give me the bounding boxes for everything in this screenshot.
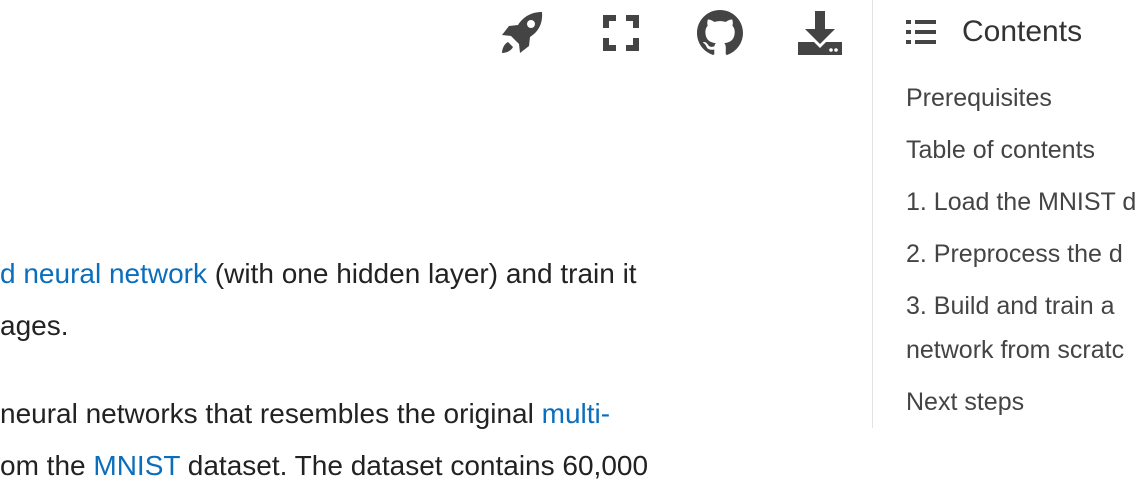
launch-button[interactable] (498, 10, 546, 56)
fullscreen-icon (603, 15, 639, 51)
page: d neural network (with one hidden layer)… (0, 0, 1148, 480)
multi-link[interactable]: multi- (542, 398, 610, 429)
article-body: d neural network (with one hidden layer)… (0, 0, 872, 480)
contents-sidebar: Contents Prerequisites Table of contents… (872, 0, 1148, 480)
paragraph-2-line-1-text: neural networks that resembles the origi… (0, 398, 542, 429)
mnist-link[interactable]: MNIST (93, 450, 180, 480)
paragraph-1-line-1-text: (with one hidden layer) and train it (207, 258, 637, 289)
download-button[interactable] (796, 10, 844, 56)
contents-title: Contents (962, 15, 1083, 48)
paragraph-2-line-2-after: dataset. The dataset contains 60,000 (180, 450, 649, 480)
paragraph-2-line-2-before: om the (0, 450, 94, 480)
github-button[interactable] (696, 10, 744, 56)
download-icon (798, 11, 842, 55)
rocket-icon (502, 12, 543, 53)
fullscreen-button[interactable] (597, 10, 645, 56)
paragraph-1-line-2-text: ages. (0, 310, 69, 341)
toc-item-preprocess[interactable]: 2. Preprocess the d (906, 232, 1123, 276)
toc-item-table-of-contents[interactable]: Table of contents (906, 128, 1095, 172)
contents-header: Contents (906, 12, 1082, 52)
toc-item-build-and-train[interactable]: 3. Build and train a (906, 284, 1114, 328)
list-icon (906, 20, 936, 44)
toc-item-prerequisites[interactable]: Prerequisites (906, 76, 1052, 120)
toc-item-load-mnist[interactable]: 1. Load the MNIST d (906, 180, 1136, 224)
article-paragraph-2: neural networks that resembles the origi… (0, 388, 648, 480)
toc-item-build-and-train-continued[interactable]: network from scratc (906, 328, 1124, 372)
toc-item-next-steps[interactable]: Next steps (906, 380, 1024, 424)
github-icon (697, 10, 743, 55)
article-paragraph-1: d neural network (with one hidden layer)… (0, 248, 637, 352)
sidebar-divider (872, 0, 873, 428)
neural-network-link[interactable]: d neural network (0, 258, 207, 289)
